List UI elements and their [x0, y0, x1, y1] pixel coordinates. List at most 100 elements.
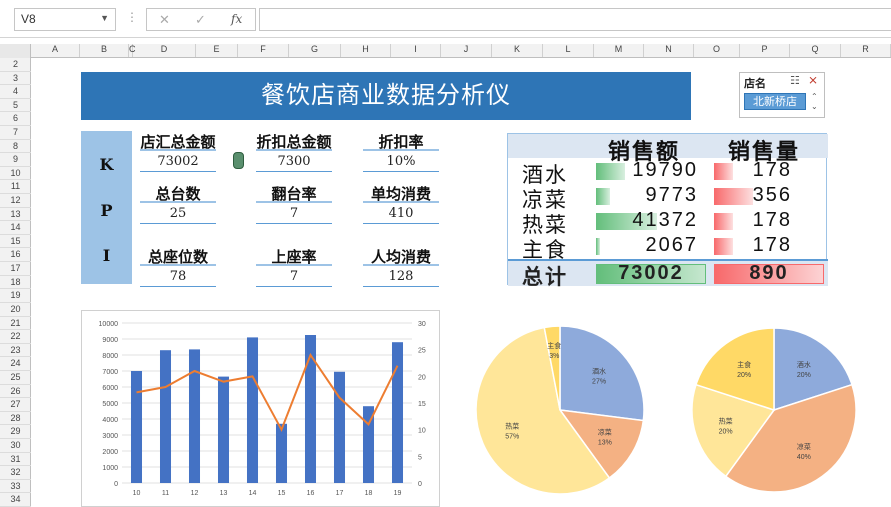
- row-header-cell[interactable]: 3: [0, 72, 31, 86]
- column-header-cell[interactable]: L: [543, 44, 594, 57]
- row-header-cell[interactable]: 5: [0, 99, 31, 113]
- slice-label: 酒水: [797, 360, 811, 369]
- function-icon[interactable]: fx: [231, 12, 242, 26]
- bar[interactable]: [246, 337, 259, 483]
- row-header-cell[interactable]: 13: [0, 208, 31, 222]
- y-tick-label: 9000: [102, 337, 118, 344]
- bar[interactable]: [159, 350, 172, 483]
- column-header-cell[interactable]: E: [196, 44, 238, 57]
- row-header-cell[interactable]: 29: [0, 425, 31, 439]
- row-header-cell[interactable]: 2: [0, 58, 31, 72]
- row-header-cell[interactable]: 32: [0, 466, 31, 480]
- store-slicer[interactable]: 店名 ☷ ⨯ 北新桥店 ⌃ ⌄: [739, 72, 825, 118]
- column-header-cell[interactable]: G: [289, 44, 341, 57]
- daily-sales-combo-chart[interactable]: 0 1000 2000 3000 4000 5000 6000 7000 8000 9000 100…: [81, 310, 440, 507]
- column-header-cell[interactable]: P: [740, 44, 790, 57]
- y-tick-label: 4000: [102, 417, 118, 424]
- series-line[interactable]: [136, 352, 399, 433]
- row-header-cell[interactable]: 25: [0, 371, 31, 385]
- y2-tick-label: 0: [418, 481, 422, 488]
- bar[interactable]: [275, 423, 288, 483]
- row-header-cell[interactable]: 28: [0, 412, 31, 426]
- slice-label: 酒水: [592, 367, 606, 376]
- kpi-side-label: K P I: [81, 131, 132, 284]
- total-label: 总计: [522, 266, 568, 289]
- chevron-up-icon[interactable]: ⌃: [811, 92, 818, 101]
- row-header-cell[interactable]: 20: [0, 303, 31, 317]
- column-header-cell[interactable]: F: [238, 44, 289, 57]
- row-header-cell[interactable]: 16: [0, 248, 31, 263]
- column-header-cell[interactable]: J: [441, 44, 492, 57]
- y2-tick-label: 20: [418, 374, 426, 381]
- column-header-cell[interactable]: M: [594, 44, 644, 57]
- bar[interactable]: [188, 349, 201, 483]
- row-header-cell[interactable]: 30: [0, 439, 31, 453]
- row-header-cell[interactable]: 9: [0, 153, 31, 167]
- row-header-cell[interactable]: 6: [0, 112, 31, 127]
- amount-value: 9773: [645, 184, 698, 206]
- column-header-cell[interactable]: K: [492, 44, 543, 57]
- chevron-down-icon[interactable]: ▼: [100, 13, 109, 23]
- amount-value: 19790: [632, 159, 698, 181]
- slice-label: 凉菜: [598, 428, 612, 437]
- row-header-cell[interactable]: 19: [0, 289, 31, 303]
- chevron-down-icon[interactable]: ⌄: [811, 102, 818, 111]
- combo-chart-svg: 0100020003000400050006000700080009000100…: [99, 321, 426, 497]
- row-header-cell[interactable]: 27: [0, 398, 31, 412]
- table-total-row: 总计 73002 890: [508, 259, 828, 289]
- slice-label: 凉菜: [797, 442, 811, 451]
- column-header-cell[interactable]: I: [391, 44, 441, 57]
- row-header-cell[interactable]: 23: [0, 344, 31, 358]
- dashboard-title: 餐饮店商业数据分析仪: [81, 72, 691, 120]
- more-icon: ⋮: [126, 10, 138, 24]
- bar[interactable]: [217, 376, 230, 483]
- row-header-cell[interactable]: 10: [0, 167, 31, 181]
- formula-input[interactable]: [259, 8, 891, 31]
- column-header-cell[interactable]: D: [133, 44, 196, 57]
- row-header-cell[interactable]: 21: [0, 317, 31, 331]
- column-header-cell[interactable]: H: [341, 44, 391, 57]
- row-header-cell[interactable]: 18: [0, 276, 31, 290]
- row-header-cell[interactable]: 22: [0, 330, 31, 344]
- kpi-label: 总座位数: [140, 246, 216, 266]
- name-box[interactable]: V8 ▼: [14, 8, 116, 31]
- column-header-cell[interactable]: N: [644, 44, 694, 57]
- x-tick-label: 12: [191, 490, 199, 497]
- row-header-cell[interactable]: 7: [0, 126, 31, 140]
- column-header-cell[interactable]: B: [80, 44, 129, 57]
- formula-buttons: ✕ ✓ fx: [146, 8, 256, 31]
- bar[interactable]: [130, 371, 143, 483]
- spin-control[interactable]: [233, 152, 244, 169]
- clear-filter-icon[interactable]: ⨯: [808, 73, 818, 87]
- slicer-item-selected[interactable]: 北新桥店: [744, 93, 806, 110]
- row-header-cell[interactable]: 4: [0, 85, 31, 99]
- amount-data-bar: [596, 238, 600, 255]
- row-header-cell[interactable]: 24: [0, 357, 31, 371]
- column-header-cell[interactable]: O: [694, 44, 740, 57]
- row-header-cell[interactable]: 14: [0, 221, 31, 235]
- row-header-cell[interactable]: 31: [0, 453, 31, 467]
- row-header-cell[interactable]: 11: [0, 180, 31, 195]
- row-header-cell[interactable]: 34: [0, 493, 31, 507]
- column-header-cell[interactable]: A: [31, 44, 80, 57]
- row-header-cell[interactable]: 26: [0, 385, 31, 399]
- select-all-corner[interactable]: [0, 44, 31, 58]
- row-header-cell[interactable]: 8: [0, 140, 31, 154]
- row-header-cell[interactable]: 12: [0, 194, 31, 208]
- bar[interactable]: [333, 371, 346, 483]
- multi-select-icon[interactable]: ☷: [790, 74, 800, 87]
- row-header-cell[interactable]: 33: [0, 480, 31, 494]
- table-row: 酒水 19790 178: [508, 159, 828, 187]
- row-header-cell[interactable]: 15: [0, 235, 31, 249]
- quantity-data-bar: [714, 163, 734, 180]
- bar[interactable]: [391, 342, 404, 483]
- row-header-cell[interactable]: 17: [0, 262, 31, 276]
- slicer-scroll[interactable]: ⌃ ⌄: [811, 92, 818, 112]
- kpi-label: 上座率: [256, 246, 332, 266]
- column-header-cell[interactable]: Q: [790, 44, 841, 57]
- confirm-icon[interactable]: ✓: [195, 12, 206, 28]
- column-header: ABCDEFGHIJKLMNOPQR: [0, 44, 891, 58]
- x-tick-label: 14: [249, 490, 257, 497]
- cancel-icon[interactable]: ✕: [159, 12, 170, 28]
- column-header-cell[interactable]: R: [841, 44, 891, 57]
